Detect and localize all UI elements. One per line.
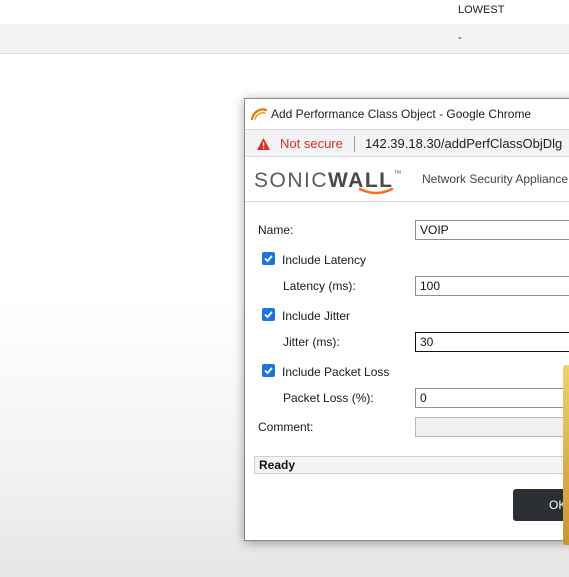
checkmark-icon: [264, 367, 273, 375]
background-cell-value: -: [458, 32, 462, 44]
name-label: Name:: [258, 223, 294, 237]
ok-button[interactable]: OK: [513, 489, 569, 521]
background-table-row: -: [0, 24, 569, 54]
latency-label: Latency (ms):: [283, 279, 356, 293]
window-title: Add Performance Class Object - Google Ch…: [271, 107, 532, 121]
url-text[interactable]: 142.39.18.30/addPerfClassObjDlg: [365, 136, 562, 151]
address-bar[interactable]: Not secure 142.39.18.30/addPerfClassObjD…: [245, 129, 569, 157]
address-separator: [354, 136, 355, 152]
packet-loss-label: Packet Loss (%):: [283, 391, 374, 405]
include-jitter-checkbox[interactable]: [262, 308, 275, 321]
include-packet-loss-label[interactable]: Include Packet Loss: [282, 365, 389, 379]
background-table-row: LOWEST: [0, 0, 569, 24]
warning-icon: [257, 138, 270, 150]
jitter-label: Jitter (ms):: [283, 335, 340, 349]
background-decoration: [563, 365, 569, 545]
brand-header: SONICWALL™ Network Security Appliance: [245, 157, 569, 202]
comment-label: Comment:: [258, 420, 314, 434]
include-latency-checkbox[interactable]: [262, 252, 275, 265]
logo-swoosh-icon: [358, 187, 394, 195]
background-cell-priority: LOWEST: [458, 4, 505, 16]
popup-window: Add Performance Class Object - Google Ch…: [244, 98, 569, 541]
not-secure-label[interactable]: Not secure: [280, 136, 343, 151]
include-packet-loss-checkbox[interactable]: [262, 364, 275, 377]
packet-loss-input[interactable]: [415, 388, 569, 408]
include-latency-label[interactable]: Include Latency: [282, 253, 366, 267]
logo-text-light: SONIC: [254, 169, 329, 192]
window-titlebar[interactable]: Add Performance Class Object - Google Ch…: [245, 99, 569, 129]
status-bar: Ready: [254, 456, 569, 474]
include-jitter-label[interactable]: Include Jitter: [282, 309, 350, 323]
checkmark-icon: [264, 255, 273, 263]
comment-input[interactable]: [415, 417, 569, 437]
latency-input[interactable]: [415, 276, 569, 296]
logo-trademark: ™: [393, 169, 403, 178]
status-text: Ready: [259, 458, 296, 472]
jitter-input[interactable]: [415, 332, 569, 352]
brand-subtitle: Network Security Appliance: [422, 172, 569, 186]
chrome-icon: [251, 108, 267, 121]
name-input[interactable]: [415, 220, 569, 240]
checkmark-icon: [264, 311, 273, 319]
